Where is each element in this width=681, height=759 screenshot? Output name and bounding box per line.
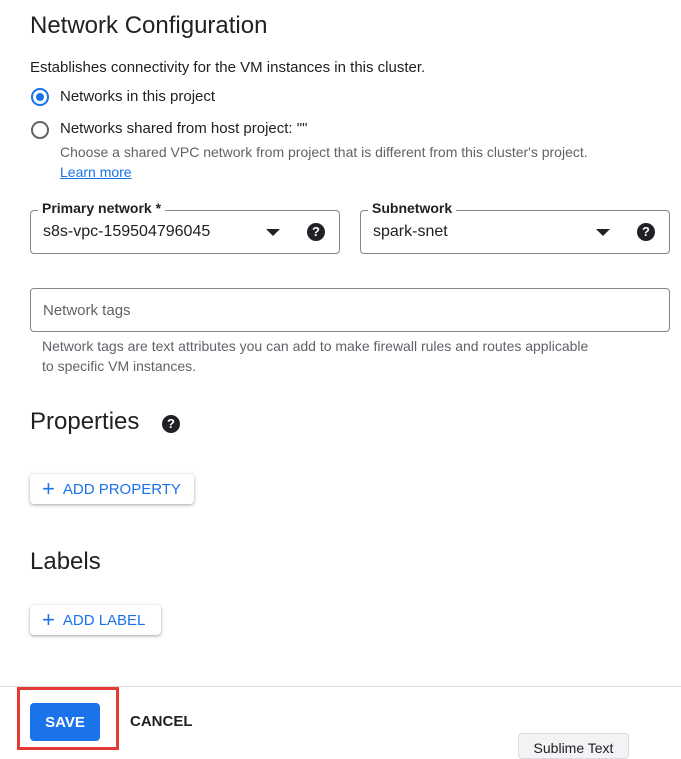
radio-networks-shared-label[interactable]: Networks shared from host project: "" (60, 120, 307, 137)
network-config-title: Network Configuration (30, 12, 268, 39)
radio-networks-shared[interactable] (31, 121, 49, 139)
primary-network-value: s8s-vpc-159504796045 (43, 223, 211, 240)
subnetwork-dropdown-icon[interactable] (596, 229, 610, 236)
add-label-button[interactable]: + ADD LABEL (30, 605, 161, 635)
network-tags-placeholder: Network tags (43, 302, 131, 319)
network-tags-help-line1: Network tags are text attributes you can… (42, 338, 589, 354)
add-property-button[interactable]: + ADD PROPERTY (30, 474, 194, 504)
cancel-button[interactable]: CANCEL (130, 713, 193, 730)
primary-network-dropdown-icon[interactable] (266, 229, 280, 236)
subnetwork-help-icon[interactable]: ? (637, 223, 655, 241)
subnetwork-value: spark-snet (373, 223, 448, 240)
plus-icon: + (42, 476, 55, 501)
save-button[interactable]: SAVE (30, 703, 100, 741)
add-label-label: ADD LABEL (62, 611, 146, 629)
plus-icon: + (42, 607, 55, 632)
learn-more-link[interactable]: Learn more (60, 164, 132, 180)
labels-title: Labels (30, 548, 101, 575)
properties-help-icon[interactable]: ? (162, 415, 180, 433)
primary-network-help-icon[interactable]: ? (307, 223, 325, 241)
subnetwork-label: Subnetwork (368, 200, 457, 216)
sublime-text-tooltip: Sublime Text (518, 733, 629, 759)
subnetwork-select[interactable]: spark-snet ? (360, 210, 670, 254)
primary-network-label: Primary network * (38, 200, 166, 216)
primary-network-select[interactable]: s8s-vpc-159504796045 ? (30, 210, 340, 254)
network-tags-input[interactable]: Network tags (30, 288, 670, 332)
network-config-description: Establishes connectivity for the VM inst… (30, 59, 426, 76)
add-property-label: ADD PROPERTY (62, 480, 181, 498)
radio-networks-in-project-label[interactable]: Networks in this project (60, 88, 215, 105)
shared-network-help: Choose a shared VPC network from project… (60, 144, 588, 160)
radio-networks-in-project[interactable] (31, 88, 49, 106)
network-tags-help-line2: to specific VM instances. (42, 358, 197, 374)
properties-title: Properties (30, 408, 140, 435)
network-tags-help: Network tags are text attributes you can… (42, 336, 588, 376)
